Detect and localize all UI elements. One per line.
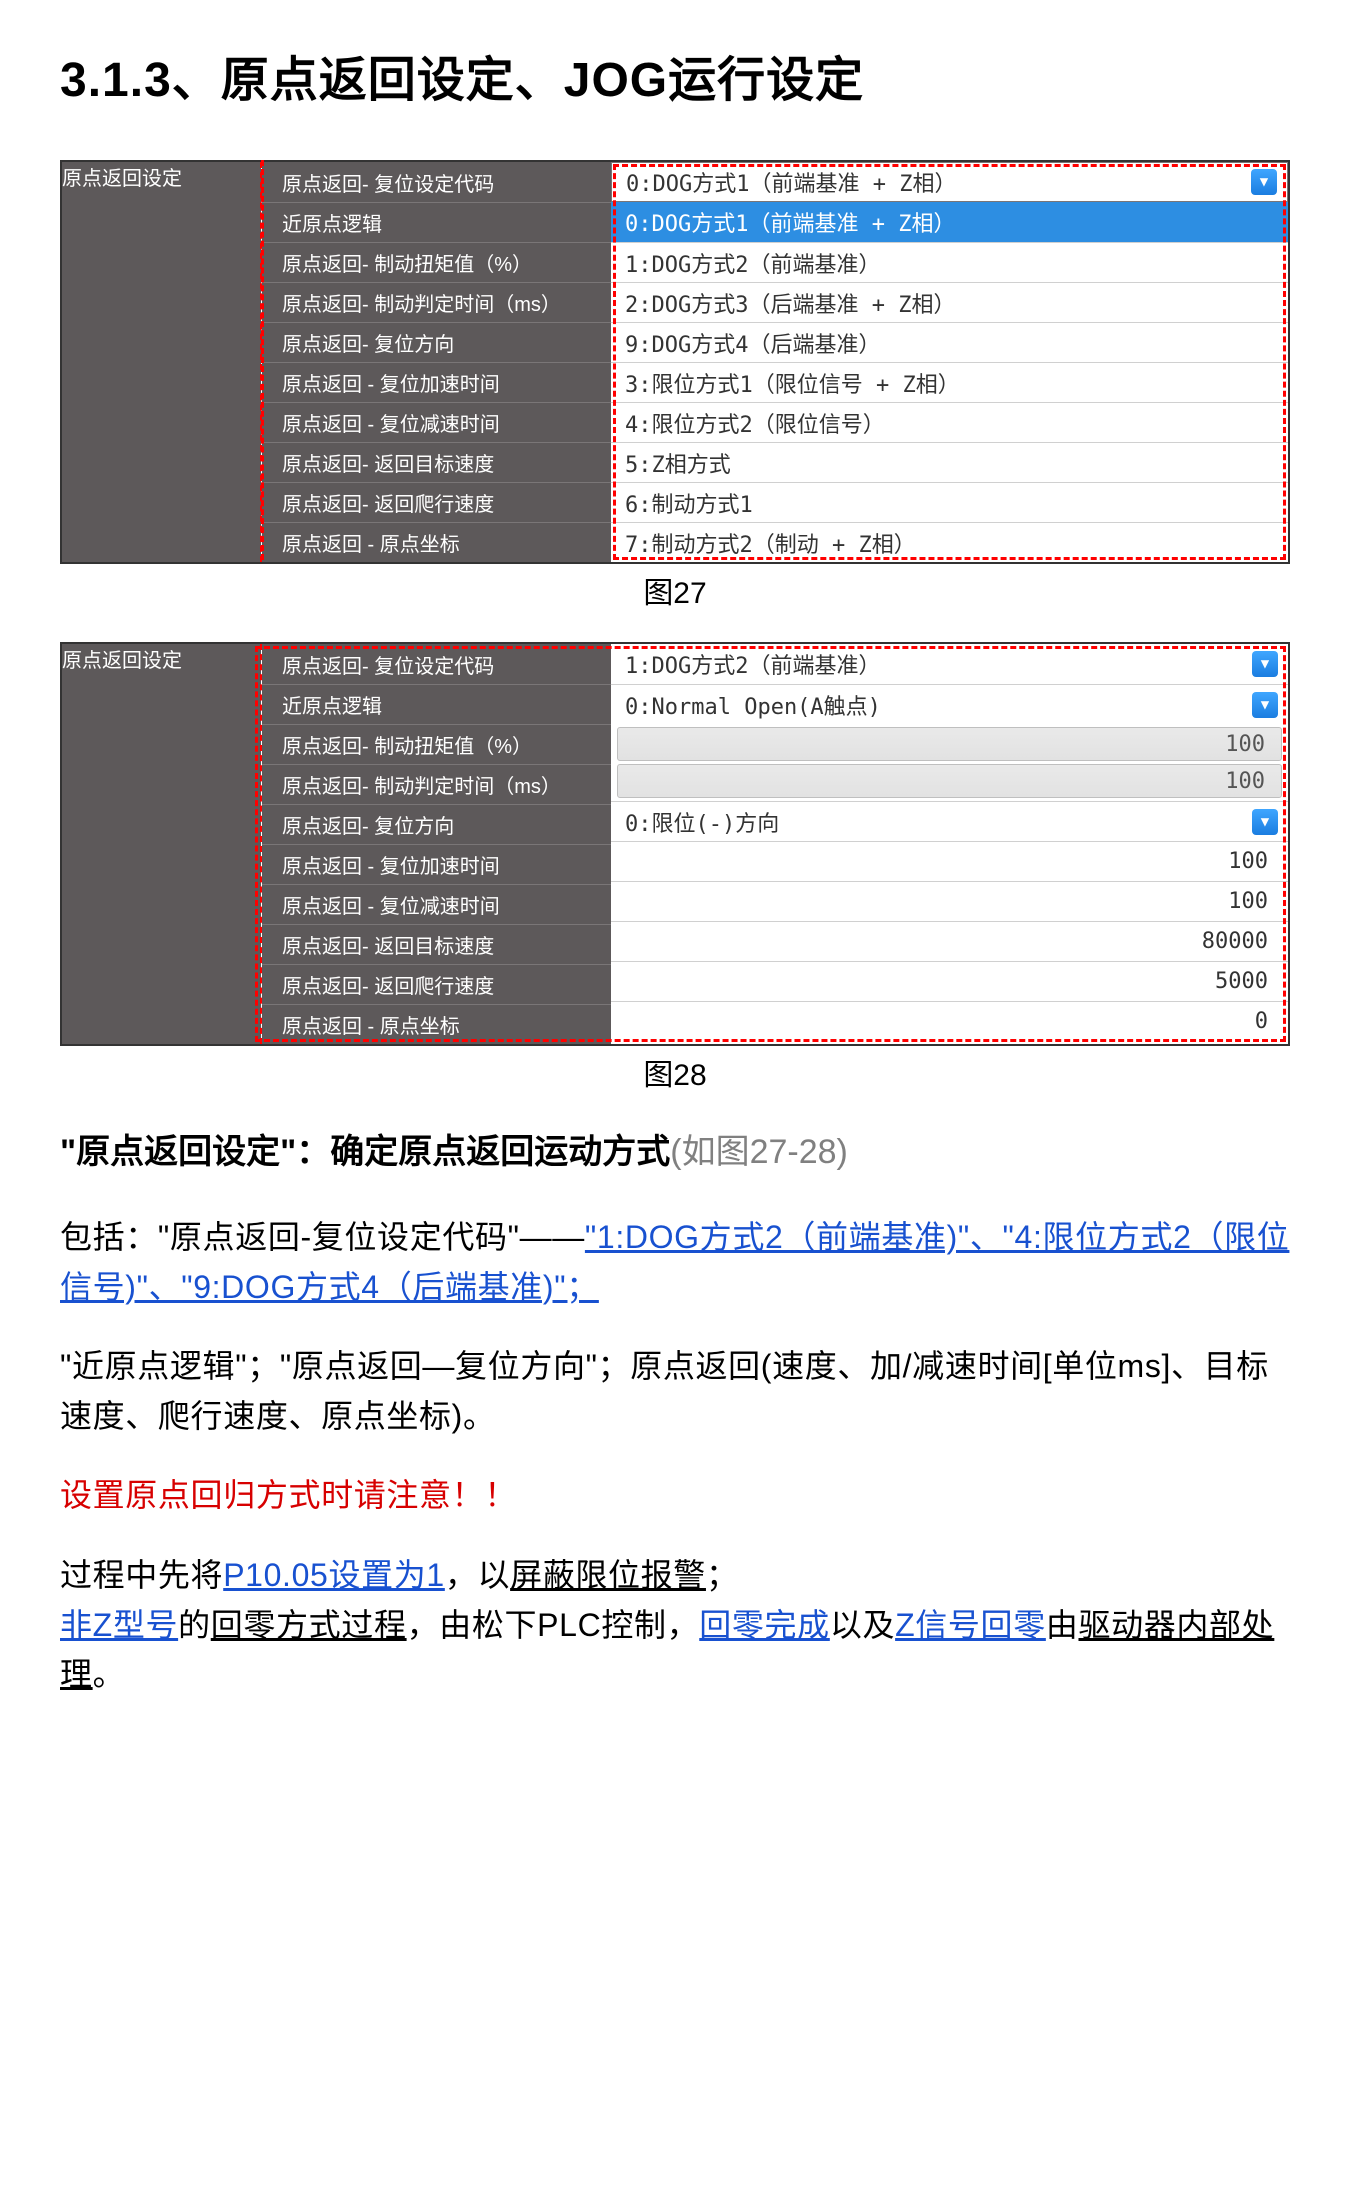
group-label: 原点返回设定 (62, 168, 182, 190)
text-span: 过程中先将 (60, 1557, 223, 1593)
group-label-cell: 原点返回设定 (61, 643, 261, 1045)
dropdown-value-text: 0:限位(-)方向 (625, 806, 779, 838)
link-non-z[interactable]: 非Z型号 (60, 1607, 178, 1643)
param-label: 原点返回- 复位方向 (262, 322, 611, 362)
numeric-input[interactable]: 5000 (611, 961, 1288, 1001)
dropdown-option[interactable]: 9:DOG方式4（后端基准） (611, 322, 1288, 362)
param-label: 近原点逻辑 (262, 202, 611, 242)
settings-table-28: 原点返回设定 原点返回- 复位设定代码近原点逻辑原点返回- 制动扭矩值（%）原点… (60, 642, 1290, 1046)
figure-28: 原点返回设定 原点返回- 复位设定代码近原点逻辑原点返回- 制动扭矩值（%）原点… (60, 642, 1290, 1094)
underline-text: 回零方式过程 (211, 1607, 407, 1643)
dropdown-option[interactable]: 5:Z相方式 (611, 442, 1288, 482)
text-span: ，由松下PLC控制， (407, 1607, 700, 1643)
param-label: 原点返回 - 原点坐标 (262, 522, 611, 562)
text-span: 包括："原点返回-复位设定代码"—— (60, 1219, 585, 1255)
param-label: 原点返回 - 原点坐标 (262, 1004, 611, 1044)
figure-caption: 图27 (60, 568, 1290, 612)
dropdown-option[interactable]: 4:限位方式2（限位信号） (611, 402, 1288, 442)
param-labels-col: 原点返回- 复位设定代码近原点逻辑原点返回- 制动扭矩值（%）原点返回- 制动判… (261, 161, 611, 563)
dropdown-field[interactable]: 1:DOG方式2（前端基准） ▼ (611, 644, 1288, 684)
subhead-bold: "原点返回设定"：确定原点返回运动方式 (60, 1133, 670, 1171)
link-p1005[interactable]: P10.05设置为1 (223, 1557, 445, 1593)
figure-caption: 图28 (60, 1050, 1290, 1094)
param-label: 原点返回- 返回爬行速度 (262, 482, 611, 522)
dropdown-field[interactable]: 0:限位(-)方向 ▼ (611, 801, 1288, 841)
readonly-value: 100 (617, 764, 1282, 798)
group-label-cell: 原点返回设定 (61, 161, 261, 563)
link-return-done[interactable]: 回零完成 (699, 1607, 830, 1643)
param-label: 原点返回- 制动扭矩值（%） (262, 242, 611, 282)
param-label: 原点返回 - 复位加速时间 (262, 362, 611, 402)
dropdown-option[interactable]: 3:限位方式1（限位信号 + Z相） (611, 362, 1288, 402)
param-label: 近原点逻辑 (262, 684, 611, 724)
paragraph-1: 包括："原点返回-复位设定代码"——"1:DOG方式2（前端基准)"、"4:限位… (60, 1213, 1290, 1312)
dropdown-option[interactable]: 0:DOG方式1（前端基准 + Z相） (611, 202, 1288, 242)
param-label: 原点返回 - 复位加速时间 (262, 844, 611, 884)
page-title: 3.1.3、原点返回设定、JOG运行设定 (60, 40, 1290, 110)
chevron-down-icon[interactable]: ▼ (1251, 169, 1277, 195)
text-span: 由 (1046, 1607, 1079, 1643)
numeric-input[interactable]: 100 (611, 841, 1288, 881)
values-col: 1:DOG方式2（前端基准）▼0:Normal Open(A触点)▼100100… (611, 643, 1289, 1045)
param-label: 原点返回- 制动扭矩值（%） (262, 724, 611, 764)
group-label: 原点返回设定 (62, 650, 182, 672)
dropdown-option[interactable]: 1:DOG方式2（前端基准） (611, 242, 1288, 282)
param-label: 原点返回- 返回目标速度 (262, 924, 611, 964)
param-label: 原点返回- 复位设定代码 (262, 162, 611, 202)
param-label: 原点返回- 返回爬行速度 (262, 964, 611, 1004)
figure-27: 原点返回设定 原点返回- 复位设定代码近原点逻辑原点返回- 制动扭矩值（%）原点… (60, 160, 1290, 612)
subhead-note: (如图27-28) (670, 1133, 848, 1171)
settings-table-27: 原点返回设定 原点返回- 复位设定代码近原点逻辑原点返回- 制动扭矩值（%）原点… (60, 160, 1290, 564)
numeric-input[interactable]: 80000 (611, 921, 1288, 961)
values-col: 0:DOG方式1（前端基准 + Z相） ▼ 0:DOG方式1（前端基准 + Z相… (611, 161, 1289, 563)
numeric-input[interactable]: 0 (611, 1001, 1288, 1041)
chevron-down-icon[interactable]: ▼ (1252, 651, 1278, 677)
param-label: 原点返回- 制动判定时间（ms） (262, 282, 611, 322)
numeric-input[interactable]: 100 (611, 881, 1288, 921)
dropdown-option[interactable]: 7:制动方式2（制动 + Z相） (611, 522, 1288, 562)
param-label: 原点返回- 复位方向 (262, 804, 611, 844)
dropdown-selected-text: 0:DOG方式1（前端基准 + Z相） (626, 166, 956, 198)
chevron-down-icon[interactable]: ▼ (1252, 692, 1278, 718)
param-label: 原点返回- 复位设定代码 (262, 644, 611, 684)
param-labels-col: 原点返回- 复位设定代码近原点逻辑原点返回- 制动扭矩值（%）原点返回- 制动判… (261, 643, 611, 1045)
paragraph-2: "近原点逻辑"；"原点返回—复位方向"；原点返回(速度、加/减速时间[单位ms]… (60, 1342, 1290, 1441)
dropdown-value-text: 0:Normal Open(A触点) (625, 689, 881, 721)
dropdown-field[interactable]: 0:Normal Open(A触点) ▼ (611, 684, 1288, 724)
text-span: 以及 (830, 1607, 895, 1643)
warning-text: 设置原点回归方式时请注意！！ (60, 1471, 1290, 1521)
text-span: ，以 (445, 1557, 510, 1593)
text-span: ； (706, 1557, 739, 1593)
dropdown-selected-value[interactable]: 0:DOG方式1（前端基准 + Z相） ▼ (611, 162, 1288, 202)
text-span: 。 (93, 1656, 126, 1692)
underline-text: 屏蔽限位报警 (510, 1557, 706, 1593)
paragraph-3: 过程中先将P10.05设置为1，以屏蔽限位报警； 非Z型号的回零方式过程，由松下… (60, 1551, 1290, 1700)
dropdown-option[interactable]: 6:制动方式1 (611, 482, 1288, 522)
readonly-value: 100 (617, 727, 1282, 761)
link-z-signal[interactable]: Z信号回零 (895, 1607, 1046, 1643)
chevron-down-icon[interactable]: ▼ (1252, 809, 1278, 835)
param-label: 原点返回 - 复位减速时间 (262, 402, 611, 442)
text-span: 的 (178, 1607, 211, 1643)
subheading: "原点返回设定"：确定原点返回运动方式(如图27-28) (60, 1124, 1290, 1173)
param-label: 原点返回 - 复位减速时间 (262, 884, 611, 924)
dropdown-value-text: 1:DOG方式2（前端基准） (625, 648, 880, 680)
param-label: 原点返回- 制动判定时间（ms） (262, 764, 611, 804)
param-label: 原点返回- 返回目标速度 (262, 442, 611, 482)
dropdown-option[interactable]: 2:DOG方式3（后端基准 + Z相） (611, 282, 1288, 322)
